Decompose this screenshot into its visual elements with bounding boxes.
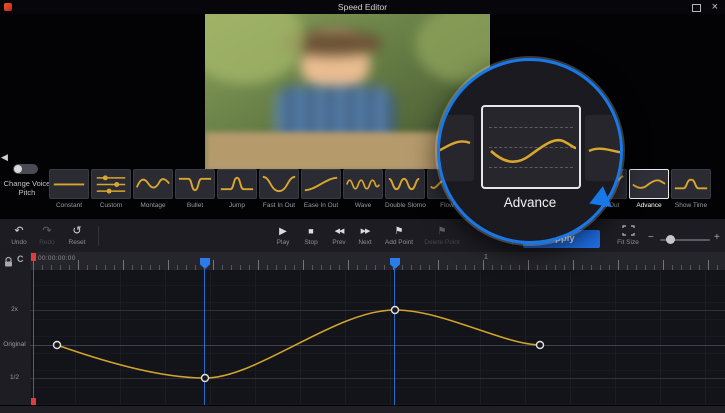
stop-button[interactable]: ■ Stop	[298, 225, 324, 246]
preset-curve-icon	[385, 169, 425, 199]
speed-curve-editor[interactable]	[30, 270, 725, 405]
preset-curve-icon	[133, 169, 173, 199]
prev-icon: ◀◀	[326, 225, 352, 238]
redo-button[interactable]: ↷ Redo	[34, 225, 60, 246]
playhead-handle[interactable]	[31, 253, 36, 261]
gridline-half	[30, 378, 725, 379]
keyframe-line	[204, 269, 205, 405]
magnified-advance-tile	[481, 105, 581, 189]
neighbor-preset-fragment	[437, 115, 474, 181]
preset-fast-in-out[interactable]: Fast In Out	[259, 169, 299, 209]
preset-label: Bullet	[175, 202, 215, 209]
video-foliage	[205, 14, 305, 84]
curve-mode-icon[interactable]: C	[17, 254, 24, 264]
add-point-icon: ⚑	[380, 225, 418, 238]
delete-point-icon: ⚑	[420, 225, 464, 238]
toolbar: ↶ Undo ↷ Redo ↺ Reset ▶ Play ■ Stop ◀◀ P…	[0, 218, 725, 254]
prev-frame-button[interactable]: ◀◀ Prev	[326, 225, 352, 246]
ruler-ticks-major	[33, 260, 725, 270]
preset-label: Montage	[133, 202, 173, 209]
magnified-curve	[483, 107, 579, 187]
preset-custom[interactable]: Custom	[91, 169, 131, 209]
reset-icon: ↺	[62, 225, 92, 238]
zoom-out-icon[interactable]: −	[648, 232, 654, 243]
keyframe-line	[394, 269, 395, 405]
reset-button[interactable]: ↺ Reset	[62, 225, 92, 246]
lock-icon[interactable]	[3, 255, 14, 273]
speed-editor-window: Speed Editor × ◀ Change Voice Pitch Cons…	[0, 0, 725, 413]
timeline-zoom-knob[interactable]	[666, 235, 675, 244]
playhead-line	[33, 253, 34, 405]
zoom-in-icon[interactable]: +	[714, 232, 720, 243]
window-title: Speed Editor	[0, 2, 725, 12]
preset-curve-icon	[91, 169, 131, 199]
speed-label-original: Original	[0, 341, 29, 348]
toolbar-separator	[98, 226, 99, 246]
preset-curve-icon	[301, 169, 341, 199]
preset-curve-icon	[217, 169, 257, 199]
preset-curve-icon	[629, 169, 669, 199]
add-point-button[interactable]: ⚑ Add Point	[380, 225, 418, 246]
redo-icon: ↷	[34, 225, 60, 238]
editor-gutter: C 2x Original 1/2	[0, 252, 31, 405]
fit-size-icon	[612, 225, 644, 238]
next-frame-button[interactable]: ▶▶ Next	[352, 225, 378, 246]
speed-label-half: 1/2	[0, 374, 29, 381]
preset-double-slomo[interactable]: Double Slomo	[385, 169, 425, 209]
preset-bullet[interactable]: Bullet	[175, 169, 215, 209]
playhead-bottom-handle[interactable]	[31, 398, 36, 405]
undo-icon: ↶	[6, 225, 32, 238]
fit-size-button[interactable]: Fit Size	[612, 225, 644, 246]
preset-label: Jump	[217, 202, 257, 209]
stop-icon: ■	[298, 225, 324, 238]
preset-curve-icon	[259, 169, 299, 199]
play-button[interactable]: ▶ Play	[270, 225, 296, 246]
preset-ease-in-out[interactable]: Ease In Out	[301, 169, 341, 209]
preset-label: Constant	[49, 202, 89, 209]
delete-point-button[interactable]: ⚑ Delete Point	[420, 225, 464, 246]
voice-pitch-toggle[interactable]	[13, 164, 38, 174]
preset-curve-icon	[175, 169, 215, 199]
preset-label: Custom	[91, 202, 131, 209]
preset-constant[interactable]: Constant	[49, 169, 89, 209]
preset-label: Advance	[629, 202, 669, 209]
preset-wave[interactable]: Wave	[343, 169, 383, 209]
preset-label: Double Slomo	[385, 202, 425, 209]
collapse-panel-icon[interactable]: ◀	[1, 152, 8, 163]
toggle-knob	[14, 165, 22, 173]
speed-label-2x: 2x	[0, 306, 29, 313]
titlebar: Speed Editor ×	[0, 0, 725, 15]
preset-advance[interactable]: Advance	[629, 169, 669, 209]
maximize-icon[interactable]	[692, 4, 701, 12]
magnifier-circle: Advance	[437, 58, 623, 244]
preset-label: Fast In Out	[259, 202, 299, 209]
preset-montage[interactable]: Montage	[133, 169, 173, 209]
preset-label: Wave	[343, 202, 383, 209]
preset-label: Ease In Out	[301, 202, 341, 209]
undo-button[interactable]: ↶ Undo	[6, 225, 32, 246]
neighbor-preset-fragment	[585, 115, 623, 181]
play-icon: ▶	[270, 225, 296, 238]
ruler-frame-label: 1	[484, 254, 488, 261]
preset-curve-icon	[343, 169, 383, 199]
preset-label: Show Time	[671, 202, 711, 209]
preset-curve-icon	[49, 169, 89, 199]
voice-pitch-label: Change Voice Pitch	[2, 179, 52, 197]
timecode: 00:00:00:00	[38, 255, 76, 262]
gridline-2x	[30, 310, 725, 311]
gridline-original	[30, 345, 725, 346]
close-icon[interactable]: ×	[712, 0, 718, 14]
preset-jump[interactable]: Jump	[217, 169, 257, 209]
horizontal-scrollbar[interactable]	[0, 405, 725, 413]
preset-show-time[interactable]: Show Time	[671, 169, 711, 209]
preset-curve-icon	[671, 169, 711, 199]
timeline-ruler[interactable]: 00:00:00:00 1	[30, 252, 725, 271]
next-icon: ▶▶	[352, 225, 378, 238]
